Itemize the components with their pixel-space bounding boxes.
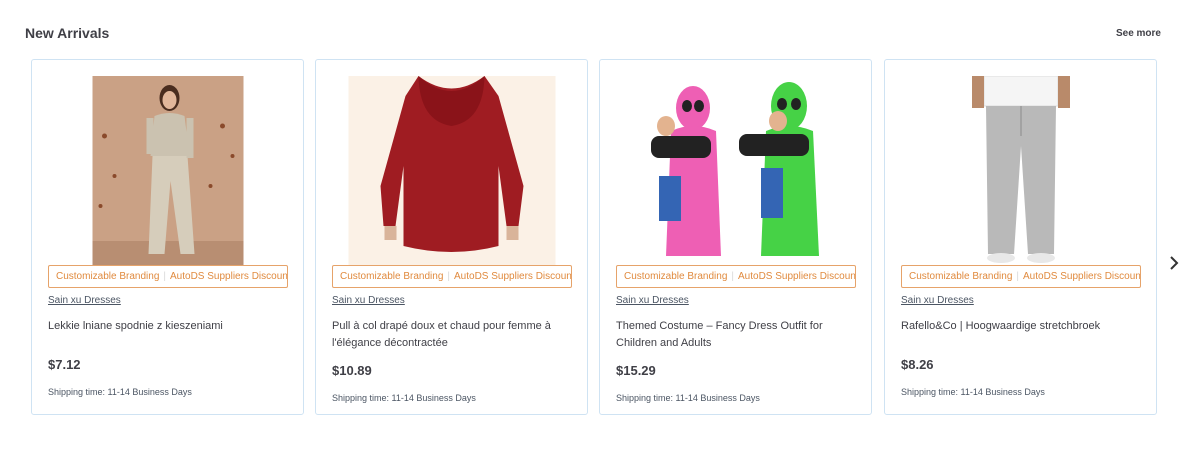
supplier-link[interactable]: Sain xu Dresses <box>332 295 405 306</box>
supplier-link[interactable]: Sain xu Dresses <box>48 295 121 306</box>
product-image[interactable] <box>965 76 1076 265</box>
product-name[interactable]: Rafello&Co | Hoogwaardige stretchbroek <box>901 318 1141 335</box>
product-image[interactable] <box>348 76 555 265</box>
product-name[interactable]: Pull à col drapé doux et chaud pour femm… <box>332 318 572 352</box>
badge-customizable-branding: Customizable Branding <box>624 271 728 282</box>
badge-separator: | <box>163 271 166 282</box>
product-card[interactable]: Customizable Branding | AutoDS Suppliers D… <box>31 59 304 415</box>
badge-row: Customizable Branding | AutoDS Suppliers D… <box>332 265 572 288</box>
see-more-link[interactable]: See more <box>1116 28 1161 39</box>
product-name[interactable]: Lekkie lniane spodnie z kieszeniami <box>48 318 288 335</box>
product-image[interactable] <box>92 76 243 265</box>
product-card[interactable]: Customizable Branding | AutoDS Suppliers D… <box>884 59 1157 415</box>
badge-autods-discount: AutoDS Suppliers Discoun... <box>454 271 572 282</box>
product-price: $8.26 <box>901 357 934 372</box>
product-card[interactable]: Customizable Branding | AutoDS Suppliers D… <box>315 59 588 415</box>
badge-separator: | <box>731 271 734 282</box>
product-price: $15.29 <box>616 363 656 378</box>
product-image[interactable] <box>620 76 851 265</box>
badge-customizable-branding: Customizable Branding <box>340 271 444 282</box>
chevron-right-icon[interactable] <box>1168 255 1180 271</box>
shipping-time: Shipping time: 11-14 Business Days <box>48 387 192 397</box>
product-price: $7.12 <box>48 357 81 372</box>
badge-row: Customizable Branding | AutoDS Suppliers D… <box>48 265 288 288</box>
badge-separator: | <box>447 271 450 282</box>
product-card[interactable]: Customizable Branding | AutoDS Suppliers D… <box>599 59 872 415</box>
section-title: New Arrivals <box>25 25 110 41</box>
shipping-time: Shipping time: 11-14 Business Days <box>332 393 476 403</box>
supplier-link[interactable]: Sain xu Dresses <box>616 295 689 306</box>
product-price: $10.89 <box>332 363 372 378</box>
badge-customizable-branding: Customizable Branding <box>56 271 160 282</box>
badge-autods-discount: AutoDS Suppliers Discoun... <box>170 271 288 282</box>
badge-separator: | <box>1016 271 1019 282</box>
badge-autods-discount: AutoDS Suppliers Discoun... <box>1023 271 1141 282</box>
supplier-link[interactable]: Sain xu Dresses <box>901 295 974 306</box>
product-name[interactable]: Themed Costume – Fancy Dress Outfit for … <box>616 318 856 352</box>
badge-customizable-branding: Customizable Branding <box>909 271 1013 282</box>
shipping-time: Shipping time: 11-14 Business Days <box>616 393 760 403</box>
shipping-time: Shipping time: 11-14 Business Days <box>901 387 1045 397</box>
badge-autods-discount: AutoDS Suppliers Discoun... <box>738 271 856 282</box>
badge-row: Customizable Branding | AutoDS Suppliers D… <box>901 265 1141 288</box>
badge-row: Customizable Branding | AutoDS Suppliers D… <box>616 265 856 288</box>
